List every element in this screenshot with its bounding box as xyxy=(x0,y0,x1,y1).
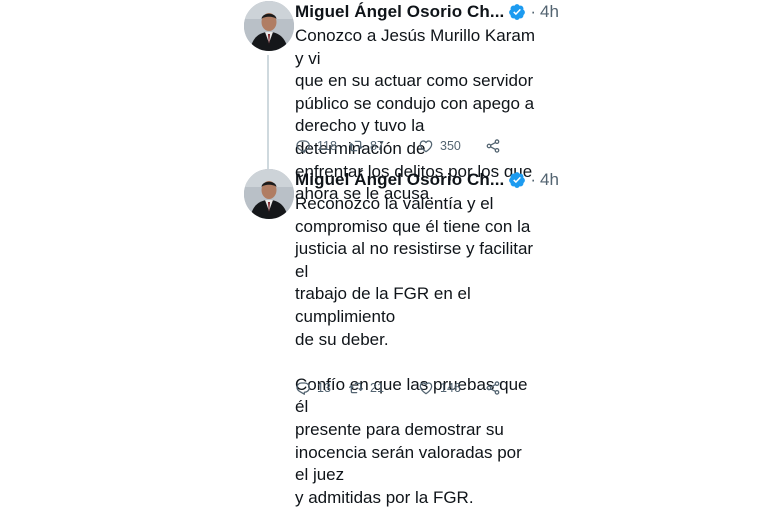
like-count: 146 xyxy=(440,381,461,395)
like-count: 350 xyxy=(440,139,461,153)
timestamp[interactable]: 4h xyxy=(540,170,559,190)
like-icon xyxy=(419,382,433,395)
reply-count: 13 xyxy=(317,381,331,395)
like-button[interactable]: 350 xyxy=(418,138,485,154)
retweet-icon xyxy=(349,140,363,152)
retweet-icon xyxy=(349,382,363,394)
reply-icon xyxy=(296,140,310,153)
author-name[interactable]: Miguel Ángel Osorio Ch... xyxy=(295,2,504,22)
tweet-actions: 118 87 350 xyxy=(295,138,501,154)
retweet-button[interactable]: 87 xyxy=(348,138,418,154)
tweet[interactable]: Miguel Ángel Osorio Ch... · 4h Reconozco… xyxy=(0,168,768,507)
separator-dot: · xyxy=(530,170,537,189)
reply-button[interactable]: 13 xyxy=(295,380,348,396)
verified-badge-icon xyxy=(508,3,526,21)
tweet-header: Miguel Ángel Osorio Ch... · 4h xyxy=(295,1,559,23)
author-name[interactable]: Miguel Ángel Osorio Ch... xyxy=(295,170,504,190)
tweet-thread: Miguel Ángel Osorio Ch... · 4h Conozco a… xyxy=(0,0,768,507)
avatar[interactable] xyxy=(244,1,294,51)
reply-button[interactable]: 118 xyxy=(295,138,348,154)
timestamp[interactable]: 4h xyxy=(540,2,559,22)
share-button[interactable] xyxy=(485,380,501,396)
retweet-count: 21 xyxy=(370,381,384,395)
retweet-button[interactable]: 21 xyxy=(348,380,418,396)
verified-badge-icon xyxy=(508,171,526,189)
share-button[interactable] xyxy=(485,138,501,154)
share-icon xyxy=(486,381,500,395)
like-icon xyxy=(419,140,433,153)
like-button[interactable]: 146 xyxy=(418,380,485,396)
separator-dot: · xyxy=(530,2,537,21)
retweet-count: 87 xyxy=(370,139,384,153)
tweet[interactable]: Miguel Ángel Osorio Ch... · 4h Conozco a… xyxy=(0,0,768,203)
reply-icon xyxy=(296,382,310,395)
thread-connector-line xyxy=(267,55,269,173)
share-icon xyxy=(486,139,500,153)
tweet-header: Miguel Ángel Osorio Ch... · 4h xyxy=(295,169,559,191)
avatar[interactable] xyxy=(244,169,294,219)
tweet-actions: 13 21 146 xyxy=(295,380,501,396)
tweet-text: Reconozco la valentía y el compromiso qu… xyxy=(295,194,534,507)
reply-count: 118 xyxy=(317,139,337,153)
